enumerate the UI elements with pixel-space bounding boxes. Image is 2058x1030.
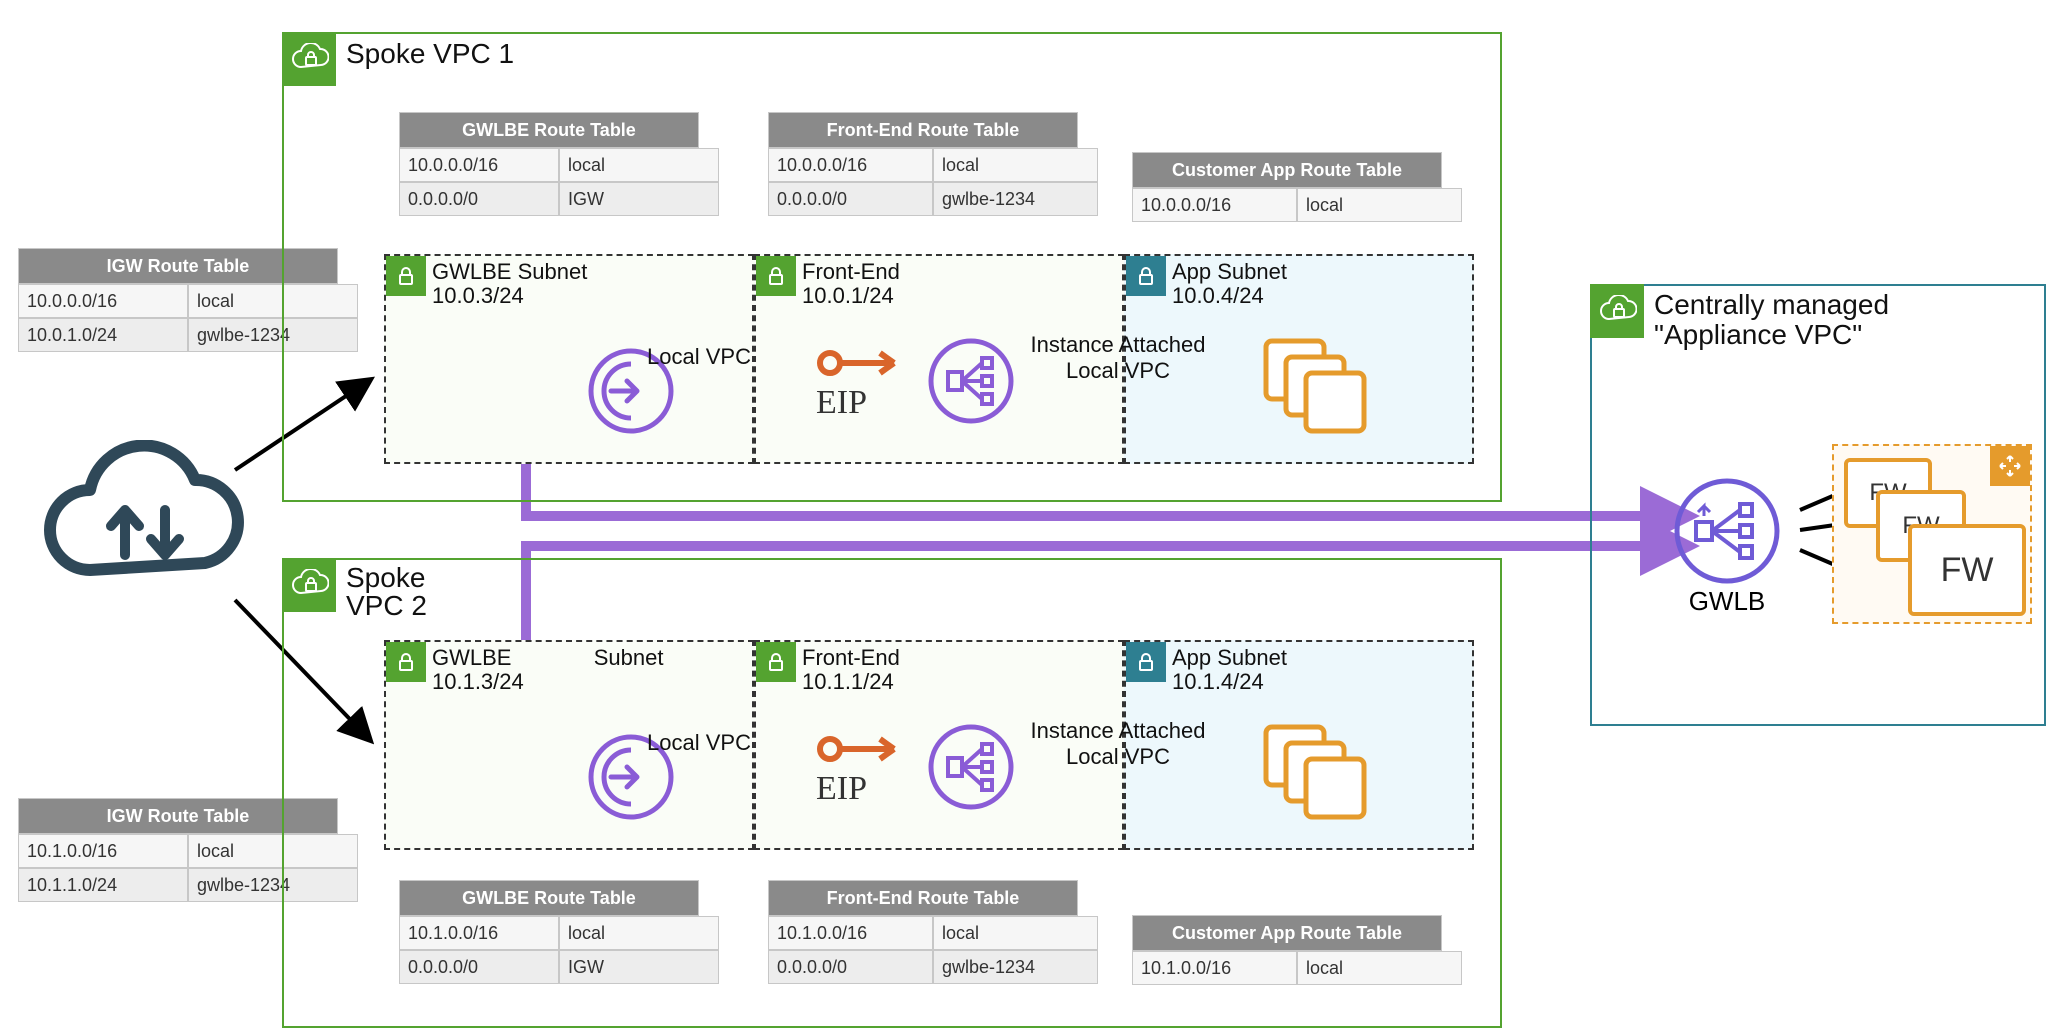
- elastic-ip-icon: [816, 341, 916, 385]
- subnet-label: GWLBE Subnet 10.1.3/24: [432, 646, 663, 694]
- app-route-table: Customer App Route Table 10.1.0.0/16loca…: [1132, 915, 1442, 985]
- frontend-route-table: Front-End Route Table 10.1.0.0/16local 0…: [768, 880, 1078, 984]
- gwlbe-route-table: GWLBE Route Table 10.0.0.0/16local 0.0.0…: [399, 112, 699, 216]
- gwlbe-route-table: GWLBE Route Table 10.1.0.0/16local 0.0.0…: [399, 880, 699, 984]
- elastic-ip-icon: [816, 727, 916, 771]
- arrow-label: Instance Attached Local VPC: [1008, 718, 1228, 770]
- frontend-route-table: Front-End Route Table 10.0.0.0/16local 0…: [768, 112, 1078, 216]
- instances-icon: [1256, 331, 1376, 441]
- firewall-subnet: FW FW FW: [1832, 444, 2032, 624]
- load-balancer-icon: [926, 336, 1016, 426]
- eip-label: EIP: [816, 384, 867, 422]
- load-balancer-icon: [926, 722, 1016, 812]
- app-route-table: Customer App Route Table 10.0.0.0/16loca…: [1132, 152, 1442, 222]
- internet-gateway-icon: [30, 440, 250, 610]
- vpc-title: Centrally managed "Appliance VPC": [1654, 290, 1889, 350]
- lock-icon: [1126, 642, 1166, 682]
- lock-icon: [386, 256, 426, 296]
- subnet-label: Front-End10.1.1/24: [802, 646, 900, 694]
- subnet-label: App Subnet10.1.4/24: [1172, 646, 1287, 694]
- arrow-label: Local VPC: [624, 730, 774, 756]
- appliance-vpc: Centrally managed "Appliance VPC" GWLB F…: [1590, 284, 2046, 726]
- subnet-label: Front-End10.0.1/24: [802, 260, 900, 308]
- autoscale-icon: [1990, 446, 2030, 486]
- gateway-load-balancer-icon: [1672, 476, 1782, 586]
- vpc-icon: [282, 32, 336, 86]
- lock-icon: [1126, 256, 1166, 296]
- firewall-instance: FW: [1908, 524, 2026, 616]
- gwlb-label: GWLB: [1672, 586, 1782, 617]
- vpc-title: Spoke VPC 2: [346, 564, 427, 620]
- spoke-vpc-1: Spoke VPC 1 GWLBE Route Table 10.0.0.0/1…: [282, 32, 1502, 502]
- arrow-label: Local VPC: [624, 344, 774, 370]
- vpc-icon: [1590, 284, 1644, 338]
- instances-icon: [1256, 717, 1376, 827]
- spoke-vpc-2: Spoke VPC 2 GWLBE Subnet 10.1.3/24 Front…: [282, 558, 1502, 1028]
- lock-icon: [756, 256, 796, 296]
- lock-icon: [386, 642, 426, 682]
- lock-icon: [756, 642, 796, 682]
- subnet-label: App Subnet10.0.4/24: [1172, 260, 1287, 308]
- vpc-icon: [282, 558, 336, 612]
- subnet-label: GWLBE Subnet10.0.3/24: [432, 260, 587, 308]
- arrow-label: Instance Attached Local VPC: [1008, 332, 1228, 384]
- eip-label: EIP: [816, 770, 867, 808]
- vpc-title: Spoke VPC 1: [346, 38, 514, 70]
